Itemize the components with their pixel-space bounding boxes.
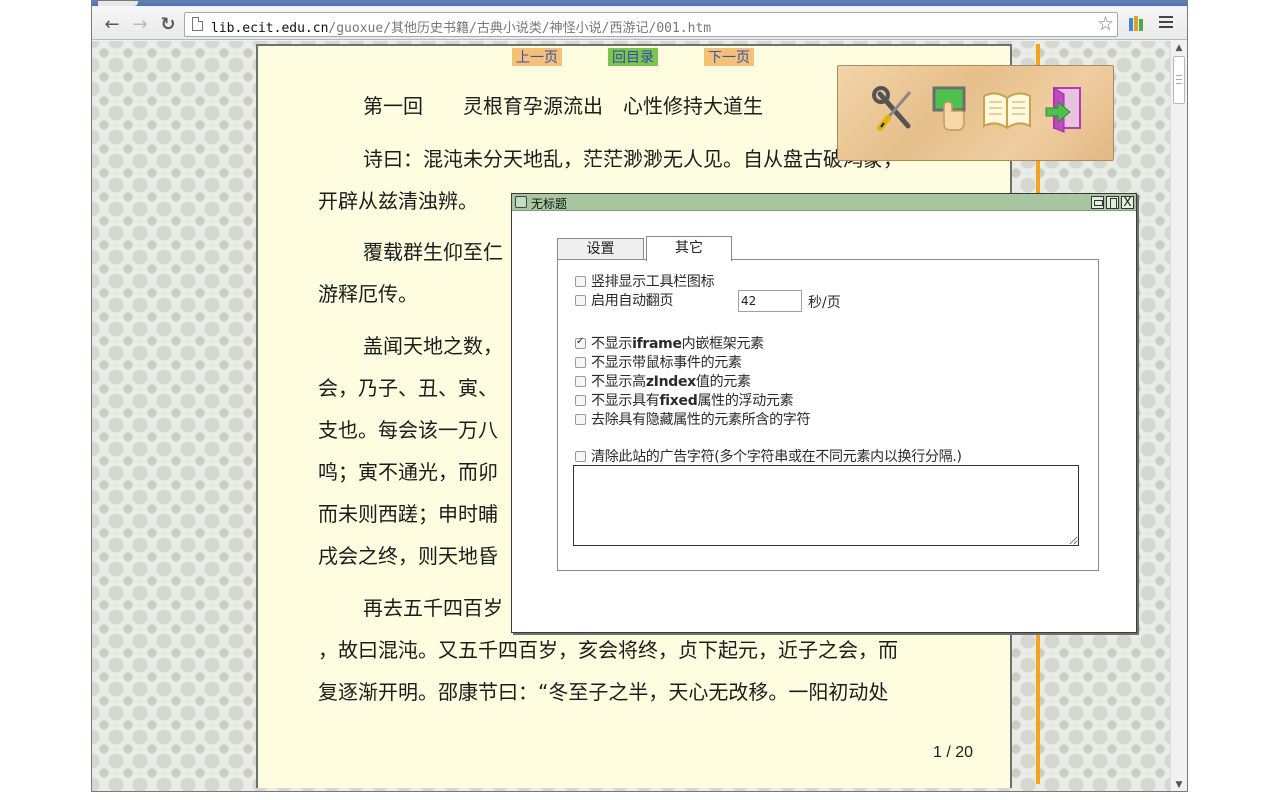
bookmark-star-icon[interactable]: ☆ [1097, 13, 1114, 35]
address-bar[interactable]: lib.ecit.edu.cn/guoxue/其他历史书籍/古典小说类/神怪小说… [184, 12, 1118, 37]
text-line: 盖闻天地之数， [363, 334, 503, 358]
text-line: 戌会之终，则天地昏 [318, 544, 498, 568]
text-line: 诗曰：混沌未分天地乱，茫茫渺渺无人见。自从盘古破鸿蒙， [363, 147, 903, 171]
page-viewport: 上一页 回目录 下一页 第一回 灵根育孕源流出 心性修持大道生 诗曰：混沌未分天… [92, 41, 1171, 791]
option-hide-fixed: 不显示具有fixed属性的浮动元素 [575, 392, 794, 409]
url-text[interactable]: lib.ecit.edu.cn/guoxue/其他历史书籍/古典小说类/神怪小说… [211, 17, 711, 36]
browser-window: ← → ↻ lib.ecit.edu.cn/guoxue/其他历史书籍/古典小说… [91, 0, 1188, 792]
option-hide-mouse-events: 不显示带鼠标事件的元素 [575, 354, 742, 371]
dialog-titlebar[interactable]: 无标题 X [512, 194, 1136, 211]
window-menu-icon[interactable] [515, 196, 527, 208]
option-vertical-toolbar: 竖排显示工具栏图标 [575, 273, 715, 290]
option-auto-page: 启用自动翻页 [575, 292, 674, 309]
text-line: 会，乃子、丑、寅、 [318, 376, 498, 400]
exit-icon[interactable] [1044, 86, 1090, 134]
select-element-icon[interactable] [930, 86, 976, 134]
scroll-down-icon[interactable]: ▼ [1171, 778, 1187, 791]
page-icon [192, 17, 203, 31]
vertical-scrollbar[interactable]: ▲ ▼ [1170, 41, 1187, 791]
vertical-toolbar-checkbox[interactable] [575, 275, 586, 287]
reload-button[interactable]: ↻ [157, 13, 179, 35]
scrollbar-thumb[interactable] [1173, 56, 1185, 104]
extension-books-icon[interactable] [1128, 15, 1144, 32]
browser-menu-icon[interactable] [1159, 16, 1173, 30]
text-line: 再去五千四百岁 [363, 596, 503, 620]
option-label: 不显示iframe内嵌框架元素 [591, 336, 764, 352]
option-label: 不显示具有fixed属性的浮动元素 [591, 393, 794, 409]
text-line: 而未则西蹉；申时晡 [318, 502, 498, 526]
text-line: 复逐渐开明。邵康节曰：“冬至子之半，天心无改移。一阳初动处 [318, 680, 889, 704]
url-path: /guoxue/其他历史书籍/古典小说类/神怪小说/西游记/001.htm [328, 21, 712, 36]
text-line: 鸣；寅不通光，而卯 [318, 460, 498, 484]
prev-page-link[interactable]: 上一页 [512, 48, 562, 66]
back-arrow-icon: ← [104, 13, 120, 35]
hide-zindex-checkbox[interactable] [575, 375, 586, 387]
minimize-button[interactable] [1091, 196, 1104, 209]
text-line: 覆载群生仰至仁 [363, 240, 503, 264]
remove-hidden-chars-checkbox[interactable] [575, 413, 586, 425]
next-page-link[interactable]: 下一页 [704, 48, 754, 66]
option-hide-zindex: 不显示高zIndex值的元素 [575, 373, 751, 390]
back-button[interactable]: ← [101, 13, 123, 35]
settings-dialog: 无标题 X 设置 其它 竖排显示工具栏图标 启用自动翻页 秒/页 [511, 193, 1137, 633]
option-clear-ad-chars: 清除此站的广告字符(多个字符串或在不同元素内以换行分隔.) [575, 448, 962, 465]
reload-icon: ↻ [160, 13, 176, 35]
tab-settings[interactable]: 设置 [557, 238, 644, 260]
scroll-up-icon[interactable]: ▲ [1171, 41, 1187, 55]
dialog-title: 无标题 [531, 197, 568, 211]
clear-ad-chars-checkbox[interactable] [575, 450, 586, 462]
option-hide-iframe: 不显示iframe内嵌框架元素 [575, 335, 764, 352]
option-label: 启用自动翻页 [591, 293, 674, 309]
hide-iframe-checkbox[interactable] [575, 336, 586, 349]
forward-button[interactable]: → [129, 13, 151, 35]
browser-toolbar: ← → ↻ lib.ecit.edu.cn/guoxue/其他历史书籍/古典小说… [92, 6, 1187, 40]
auto-page-checkbox[interactable] [575, 294, 586, 306]
settings-tools-icon[interactable] [872, 86, 918, 134]
tool-panel [837, 65, 1114, 161]
text-line: 游释厄传。 [318, 282, 418, 306]
chapter-title: 第一回 灵根育孕源流出 心性修持大道生 [363, 94, 763, 118]
option-label: 竖排显示工具栏图标 [591, 274, 715, 290]
tab-panel-other: 竖排显示工具栏图标 启用自动翻页 秒/页 不显示iframe内嵌框架元素 不显示… [557, 259, 1099, 571]
option-label: 清除此站的广告字符(多个字符串或在不同元素内以换行分隔.) [591, 449, 962, 465]
tab-other[interactable]: 其它 [646, 236, 732, 261]
reading-mode-icon[interactable] [982, 86, 1031, 134]
close-button[interactable]: X [1121, 196, 1134, 209]
forward-arrow-icon: → [132, 13, 148, 35]
option-label: 不显示高zIndex值的元素 [591, 374, 751, 390]
auto-page-seconds-input[interactable] [738, 290, 802, 312]
text-line: 开辟从兹清浊辨。 [318, 189, 478, 213]
seconds-per-page-label: 秒/页 [808, 295, 841, 311]
page-indicator: 1 / 20 [933, 744, 974, 761]
hide-mouse-events-checkbox[interactable] [575, 356, 586, 368]
option-label: 不显示带鼠标事件的元素 [591, 355, 742, 371]
maximize-button[interactable] [1106, 196, 1119, 209]
option-remove-hidden-chars: 去除具有隐藏属性的元素所含的字符 [575, 411, 811, 428]
text-line: 支也。每会该一万八 [318, 418, 498, 442]
text-line: ，故曰混沌。又五千四百岁，亥会将终，贞下起元，近子之会，而 [318, 638, 898, 662]
hide-fixed-checkbox[interactable] [575, 394, 586, 406]
toc-link[interactable]: 回目录 [608, 48, 658, 66]
url-host: lib.ecit.edu.cn [211, 21, 329, 36]
option-label: 去除具有隐藏属性的元素所含的字符 [591, 412, 811, 428]
ad-chars-textarea[interactable] [573, 465, 1079, 546]
